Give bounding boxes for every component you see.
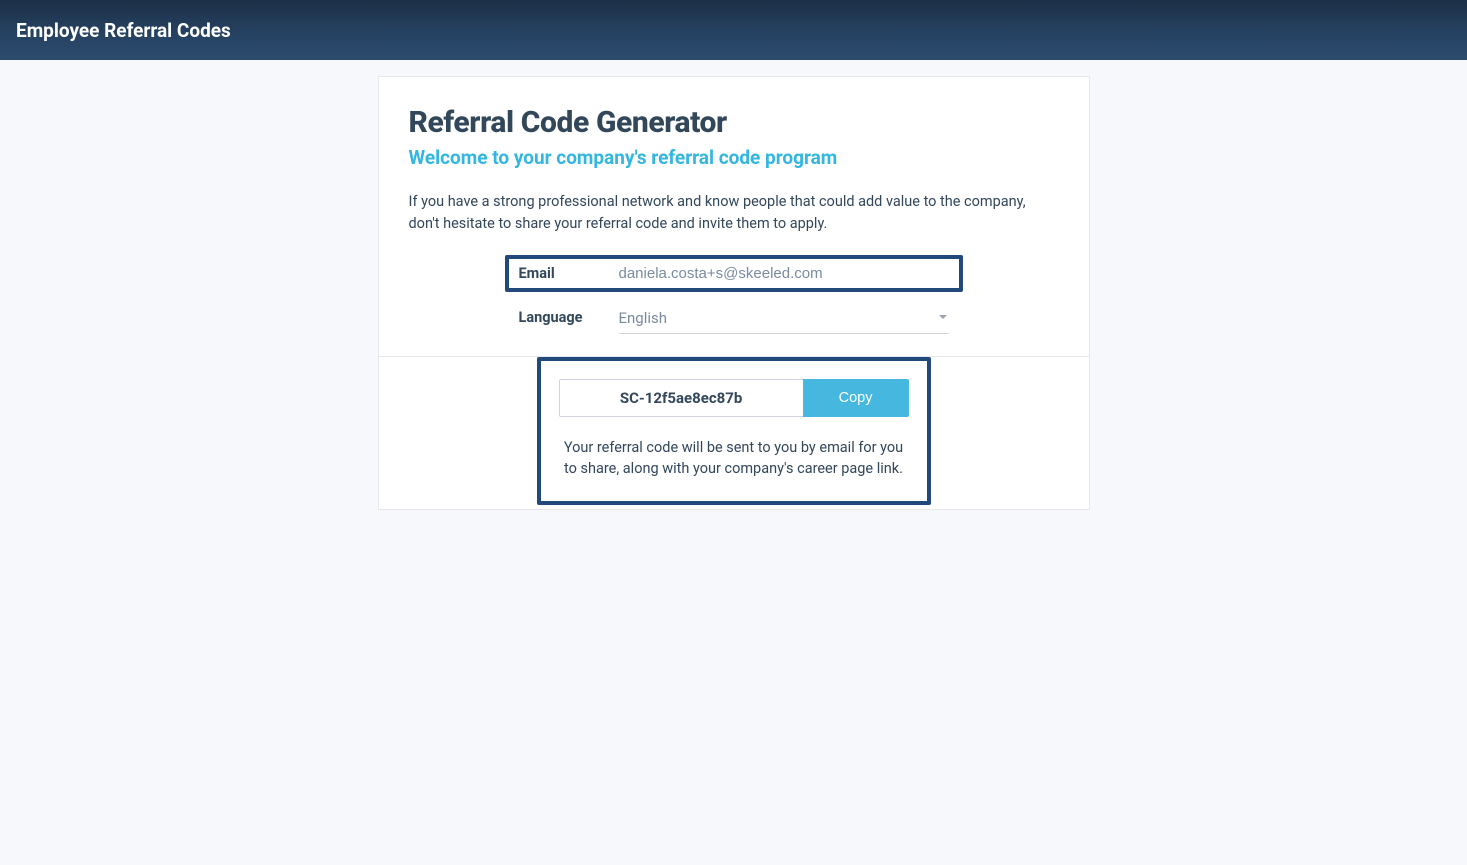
chevron-down-icon [939,315,947,319]
form-area: Email Language English [409,255,1059,344]
email-row: Email [505,255,963,292]
result-note: Your referral code will be sent to you b… [559,437,909,479]
referral-code-display: SC-12f5ae8ec87b [559,379,803,417]
email-field[interactable] [619,265,949,282]
email-label: Email [519,265,619,282]
language-label: Language [519,309,619,326]
language-value: English [619,309,668,327]
app-header: Employee Referral Codes [0,0,1467,60]
page-title: Referral Code Generator [409,105,1059,140]
language-row: Language English [505,300,963,344]
copy-button[interactable]: Copy [803,379,909,417]
result-wrapper: SC-12f5ae8ec87b Copy Your referral code … [409,357,1059,507]
page-subtitle: Welcome to your company's referral code … [409,146,1059,169]
result-box: SC-12f5ae8ec87b Copy Your referral code … [537,357,931,505]
code-row: SC-12f5ae8ec87b Copy [559,379,909,417]
app-title: Employee Referral Codes [16,19,231,42]
language-select[interactable]: English [619,302,949,334]
page-description: If you have a strong professional networ… [409,191,1059,235]
referral-card: Referral Code Generator Welcome to your … [378,76,1090,510]
main-container: Referral Code Generator Welcome to your … [0,60,1467,510]
